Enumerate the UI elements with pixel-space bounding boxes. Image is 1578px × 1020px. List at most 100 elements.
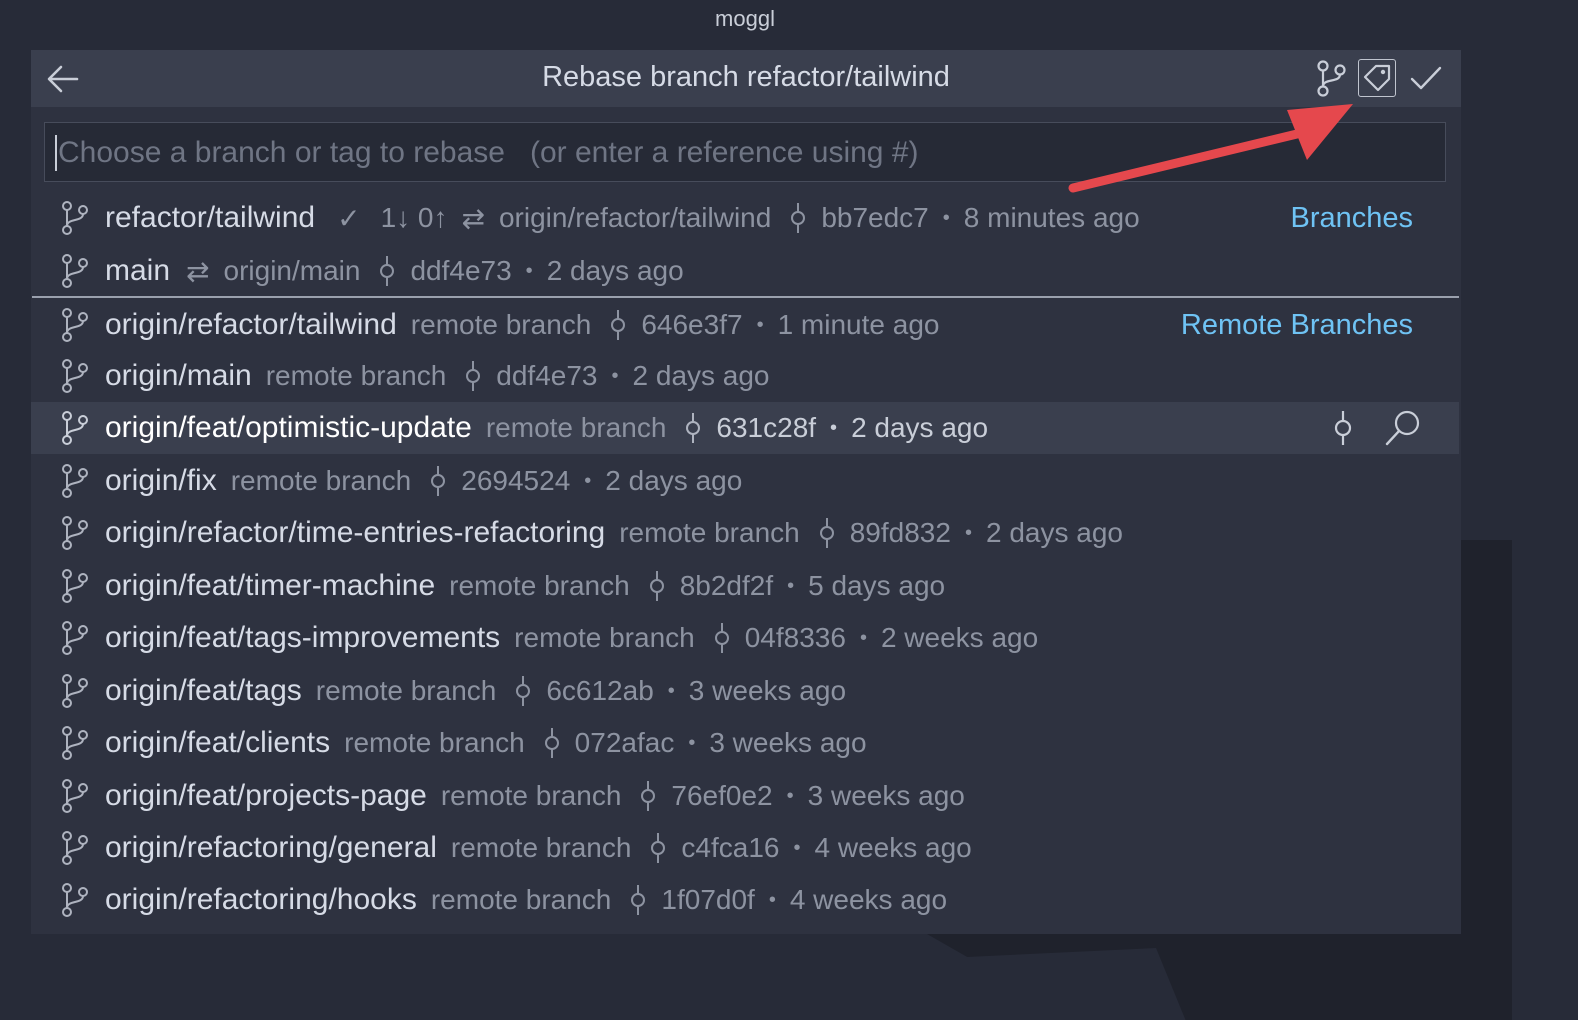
- list-item[interactable]: main ⇄ origin/main ddf4e73 • 2 days ago: [31, 245, 1459, 297]
- git-commit-icon: [651, 833, 666, 863]
- list-item[interactable]: origin/refactoring/general remote branch…: [31, 822, 1459, 874]
- list-item-selected[interactable]: origin/feat/optimistic-update remote bra…: [31, 402, 1459, 454]
- commit-age: 4 weeks ago: [789, 884, 948, 915]
- list-item[interactable]: origin/feat/tags remote branch 6c612ab •…: [31, 665, 1459, 717]
- git-branch-icon: [62, 883, 88, 917]
- separator-dot: •: [787, 574, 795, 597]
- list-item[interactable]: origin/refactor/time-entries-refactoring…: [31, 507, 1459, 559]
- git-commit-icon: [631, 885, 646, 915]
- git-commit-icon: [819, 518, 834, 548]
- list-item[interactable]: origin/feat/projects-page remote branch …: [31, 770, 1459, 822]
- git-commit-icon: [516, 676, 531, 706]
- list-item[interactable]: origin/feat/tags-improvements remote bra…: [31, 612, 1459, 664]
- separator-dot: •: [859, 626, 867, 649]
- separator-dot: •: [525, 259, 533, 282]
- git-commit-icon: [380, 256, 395, 286]
- list-item[interactable]: origin/main remote branch ddf4e73 • 2 da…: [31, 350, 1459, 402]
- commit-age: 8 minutes ago: [963, 202, 1140, 233]
- commit-sha: 646e3f7: [641, 309, 743, 340]
- commit-sha: 6c612ab: [546, 675, 654, 706]
- branch-name: origin/feat/optimistic-update: [105, 411, 472, 444]
- separator-dot: •: [768, 888, 776, 911]
- separator-dot: •: [786, 784, 794, 807]
- branch-name: refactor/tailwind: [105, 201, 316, 234]
- search-icon: [1385, 410, 1420, 446]
- check-icon: [1410, 66, 1442, 90]
- git-branch-icon: [62, 569, 88, 603]
- git-branch-icon: [62, 359, 88, 393]
- git-commit-icon: [1334, 411, 1352, 445]
- commit-age: 2 days ago: [632, 360, 770, 391]
- branch-name: origin/main: [105, 359, 252, 392]
- branch-kind: remote branch: [514, 622, 695, 653]
- separator-dot: •: [942, 206, 950, 229]
- current-branch-check-icon: ✓: [337, 202, 361, 234]
- list-item[interactable]: origin/feat/timer-machine remote branch …: [31, 560, 1459, 612]
- git-commit-icon: [641, 781, 656, 811]
- list-item[interactable]: origin/refactoring/hooks remote branch 1…: [31, 874, 1459, 926]
- branch-name: main: [105, 254, 171, 287]
- commit-age: 2 days ago: [605, 465, 743, 496]
- git-commit-icon: [431, 466, 446, 496]
- commit-age: 2 days ago: [546, 255, 684, 286]
- commit-age: 2 days ago: [851, 412, 989, 443]
- branch-name: origin/feat/clients: [105, 726, 331, 759]
- branch-name: origin/refactor/tailwind: [105, 308, 397, 341]
- git-commit-icon: [544, 728, 559, 758]
- commit-sha: 072afac: [574, 727, 675, 758]
- git-commit-icon: [791, 203, 806, 233]
- branch-kind: remote branch: [450, 832, 632, 863]
- git-commit-icon: [466, 361, 481, 391]
- commit-sha: 8b2df2f: [679, 570, 774, 601]
- commit-sha: 89fd832: [849, 517, 951, 548]
- branch-name: origin/fix: [105, 464, 217, 497]
- commit-sha: c4fca16: [681, 832, 780, 863]
- git-branch-icon: [62, 621, 88, 655]
- commit-age: 2 weeks ago: [880, 622, 1039, 653]
- choose-commit-button[interactable]: [1323, 408, 1363, 448]
- list-item[interactable]: origin/fix remote branch 2694524 • 2 day…: [31, 455, 1459, 507]
- commit-sha: 2694524: [461, 465, 571, 496]
- separator-dot: •: [964, 521, 972, 544]
- quick-pick-title: Rebase branch refactor/tailwind: [542, 61, 950, 93]
- git-branch-icon: [62, 674, 88, 708]
- branch-kind: remote branch: [230, 465, 412, 496]
- confirm-button[interactable]: [1406, 58, 1446, 98]
- separator-dot: •: [830, 416, 838, 439]
- branch-kind: remote branch: [430, 884, 612, 915]
- branch-name: origin/feat/tags-improvements: [105, 621, 501, 654]
- commit-sha: 631c28f: [716, 412, 817, 443]
- branch-name: origin/refactor/time-entries-refactoring: [105, 516, 606, 549]
- list-item[interactable]: origin/refactor/tailwind remote branch 6…: [31, 299, 1459, 351]
- branch-kind: remote branch: [315, 675, 497, 706]
- list-item[interactable]: origin/feat/clients remote branch 072afa…: [31, 717, 1459, 769]
- branch-name: origin/refactoring/hooks: [105, 883, 417, 916]
- commit-age: 1 minute ago: [777, 309, 940, 340]
- commit-sha: bb7edc7: [821, 202, 929, 233]
- commit-sha: 04f8336: [744, 622, 846, 653]
- branch-kind: remote branch: [410, 309, 592, 340]
- separator-dot: •: [584, 469, 592, 492]
- commit-sha: 1f07d0f: [661, 884, 755, 915]
- commit-age: 4 weeks ago: [814, 832, 972, 863]
- sync-icon: ⇄: [461, 202, 485, 234]
- commit-sha: ddf4e73: [496, 360, 598, 391]
- branch-name: origin/feat/tags: [105, 674, 302, 707]
- search-button[interactable]: [1383, 408, 1423, 448]
- background-shape: [920, 930, 1510, 1020]
- git-branch-icon: [62, 411, 88, 445]
- commit-age: 5 days ago: [808, 570, 946, 601]
- git-branch-icon: [62, 308, 88, 342]
- upstream-branch: origin/refactor/tailwind: [498, 202, 772, 233]
- git-branch-icon: [62, 831, 88, 865]
- branch-kind: remote branch: [344, 727, 525, 758]
- ahead-behind-status: 1↓ 0↑: [380, 202, 448, 233]
- branch-name: origin/feat/projects-page: [105, 779, 427, 812]
- git-commit-icon: [611, 310, 626, 340]
- row-actions: [1323, 408, 1423, 448]
- commit-age: 3 weeks ago: [807, 780, 965, 811]
- commit-age: 2 days ago: [985, 517, 1123, 548]
- commit-age: 3 weeks ago: [688, 675, 847, 706]
- branch-kind: remote branch: [485, 412, 667, 443]
- git-branch-icon: [62, 516, 88, 550]
